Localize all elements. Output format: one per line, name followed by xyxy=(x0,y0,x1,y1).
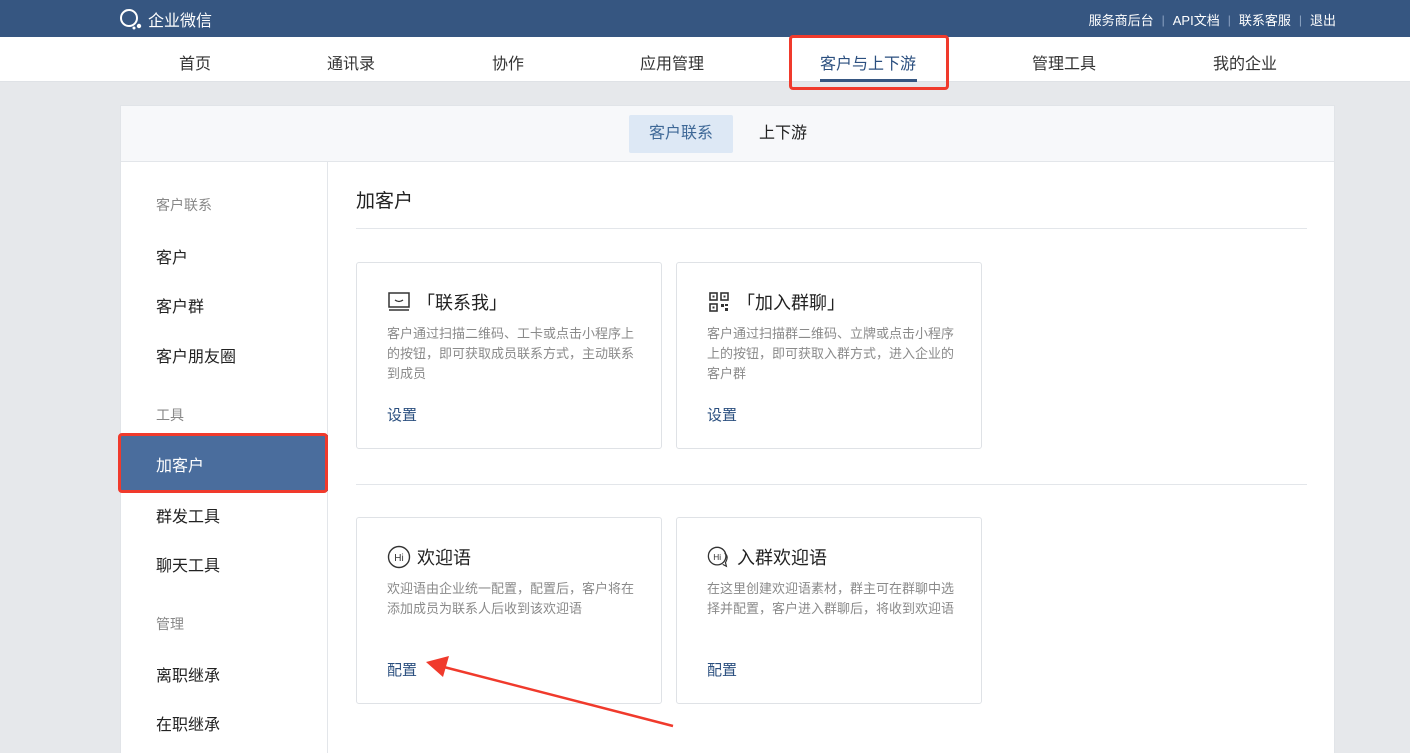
card-description: 客户通过扫描二维码、工卡或点击小程序上的按钮，即可获取成员联系方式，主动联系到成… xyxy=(387,326,635,381)
sidebar: 客户联系 客户 客户群 客户朋友圈 工具 加客户 群发工具 聊天工具 管理 离职… xyxy=(118,162,328,753)
card-title: 欢迎语 xyxy=(417,548,471,568)
card-header: Hi 欢迎语 xyxy=(387,544,471,570)
hi-icon: Hi xyxy=(387,545,411,569)
nav-home[interactable]: 首页 xyxy=(179,50,211,74)
active-nav-underline xyxy=(820,79,917,82)
sidebar-item-moments[interactable]: 客户朋友圈 xyxy=(156,343,236,367)
sidebar-item-customers[interactable]: 客户 xyxy=(156,244,188,268)
card-header: Hi 入群欢迎语 xyxy=(707,544,827,570)
sidebar-section-management: 管理 xyxy=(156,616,184,632)
card-group-welcome-message: Hi 入群欢迎语 在这里创建欢迎语素材，群主可在群聊中选择并配置，客户进入群聊后… xyxy=(676,517,982,704)
sidebar-item-chat-tools[interactable]: 聊天工具 xyxy=(156,552,220,576)
main-panel: 客户联系 上下游 客户联系 客户 客户群 客户朋友圈 工具 加客户 群发工具 聊… xyxy=(118,105,1335,753)
divider xyxy=(356,228,1307,229)
contact-support-link[interactable]: 联系客服 xyxy=(1239,10,1291,29)
logout-link[interactable]: 退出 xyxy=(1310,10,1336,29)
svg-text:Hi: Hi xyxy=(713,552,721,562)
nav-admin-tools[interactable]: 管理工具 xyxy=(1032,50,1096,74)
qrcode-icon xyxy=(707,290,731,314)
nav-collaboration[interactable]: 协作 xyxy=(492,50,524,74)
configure-link[interactable]: 配置 xyxy=(707,659,737,680)
divider: | xyxy=(1227,12,1231,27)
divider: | xyxy=(1161,12,1165,27)
sidebar-item-mass-messaging[interactable]: 群发工具 xyxy=(156,503,220,527)
tab-upstream-downstream[interactable]: 上下游 xyxy=(759,115,807,153)
sidebar-item-add-customers[interactable]: 加客户 xyxy=(121,435,328,491)
card-title: 「加入群聊」 xyxy=(737,293,845,313)
card-title: 入群欢迎语 xyxy=(737,548,827,568)
contact-me-icon xyxy=(387,290,411,314)
svg-text:Hi: Hi xyxy=(394,553,403,564)
card-contact-me: 「联系我」 客户通过扫描二维码、工卡或点击小程序上的按钮，即可获取成员联系方式，… xyxy=(356,262,662,449)
sidebar-section-customer-contact: 客户联系 xyxy=(156,197,212,213)
card-description: 欢迎语由企业统一配置，配置后，客户将在添加成员为联系人后收到该欢迎语 xyxy=(387,581,635,616)
service-provider-link[interactable]: 服务商后台 xyxy=(1089,10,1154,29)
hi-chat-icon: Hi xyxy=(707,545,731,569)
nav-contacts[interactable]: 通讯录 xyxy=(327,50,375,74)
api-docs-link[interactable]: API文档 xyxy=(1173,10,1220,29)
sidebar-section-tools: 工具 xyxy=(156,407,184,423)
nav-customers-upstream-downstream[interactable]: 客户与上下游 xyxy=(820,50,916,74)
card-title: 「联系我」 xyxy=(417,293,507,313)
sub-tabs: 客户联系 上下游 xyxy=(121,106,1334,162)
card-join-group-chat: 「加入群聊」 客户通过扫描群二维码、立牌或点击小程序上的按钮，即可获取入群方式，… xyxy=(676,262,982,449)
sidebar-item-resigned-handover[interactable]: 离职继承 xyxy=(156,662,220,686)
sidebar-item-customer-groups[interactable]: 客户群 xyxy=(156,293,204,317)
top-links: 服务商后台 | API文档 | 联系客服 | 退出 xyxy=(1089,10,1336,29)
configure-link[interactable]: 配置 xyxy=(387,659,417,680)
tab-customer-contact[interactable]: 客户联系 xyxy=(629,115,733,153)
nav-my-enterprise[interactable]: 我的企业 xyxy=(1213,50,1277,74)
nav-app-management[interactable]: 应用管理 xyxy=(640,50,704,74)
sidebar-item-active-handover[interactable]: 在职继承 xyxy=(156,711,220,735)
top-bar: 企业微信 服务商后台 | API文档 | 联系客服 | 退出 xyxy=(0,0,1410,37)
card-header: 「联系我」 xyxy=(387,289,507,315)
divider: | xyxy=(1298,12,1302,27)
main-nav: 首页 通讯录 协作 应用管理 客户与上下游 管理工具 我的企业 xyxy=(0,37,1410,82)
settings-link[interactable]: 设置 xyxy=(707,404,737,425)
settings-link[interactable]: 设置 xyxy=(387,404,417,425)
card-header: 「加入群聊」 xyxy=(707,289,845,315)
sidebar-item-label: 加客户 xyxy=(156,458,205,475)
wecom-logo-icon xyxy=(120,9,142,30)
card-description: 客户通过扫描群二维码、立牌或点击小程序上的按钮，即可获取入群方式，进入企业的客户… xyxy=(707,326,955,381)
app-logo[interactable]: 企业微信 xyxy=(118,7,212,31)
app-title: 企业微信 xyxy=(148,13,213,30)
page-title: 加客户 xyxy=(356,191,414,212)
card-welcome-message: Hi 欢迎语 欢迎语由企业统一配置，配置后，客户将在添加成员为联系人后收到该欢迎… xyxy=(356,517,662,704)
card-description: 在这里创建欢迎语素材，群主可在群聊中选择并配置，客户进入群聊后，将收到欢迎语 xyxy=(707,581,955,616)
divider xyxy=(356,484,1307,485)
